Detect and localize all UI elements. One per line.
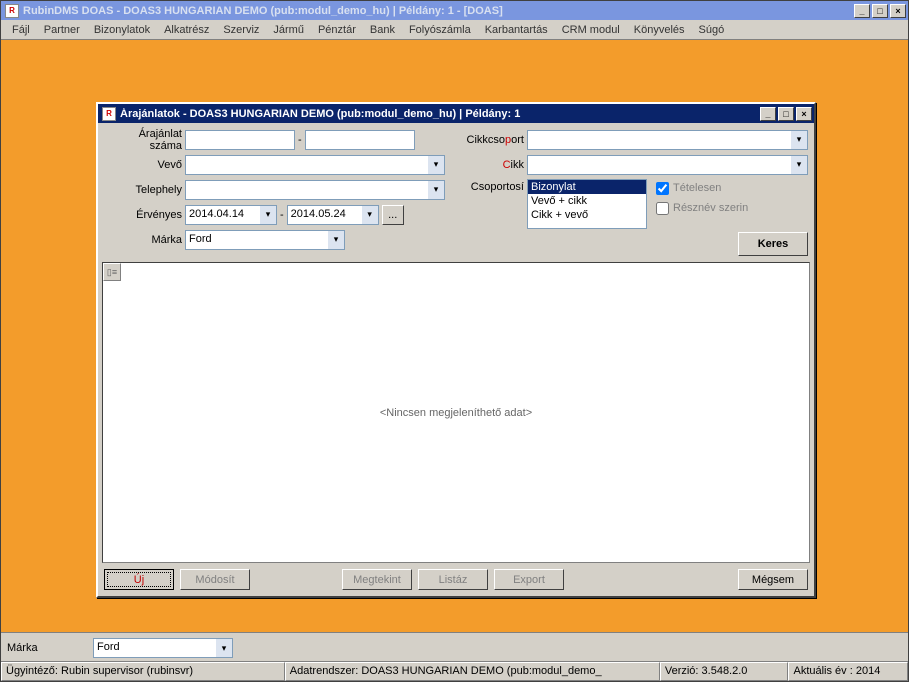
cikkcsoport-field[interactable]	[527, 130, 791, 150]
vevo-combo[interactable]	[185, 155, 445, 175]
main-menubar: Fájl Partner Bizonylatok Alkatrész Szerv…	[1, 20, 908, 40]
cikk-combo[interactable]	[527, 155, 808, 175]
marka-field[interactable]: Ford	[185, 230, 328, 250]
menu-sugo[interactable]: Súgó	[692, 22, 732, 38]
date-to-dropdown-icon[interactable]	[362, 205, 379, 225]
listaz-button[interactable]: Listáz	[418, 569, 488, 590]
tetelesen-checkbox-input[interactable]	[656, 182, 669, 195]
megtekint-button[interactable]: Megtekint	[342, 569, 412, 590]
inner-close-button[interactable]: ×	[796, 107, 812, 121]
date-to-field[interactable]: 2014.05.24	[287, 205, 362, 225]
menu-crm[interactable]: CRM modul	[555, 22, 627, 38]
label-marka: Márka	[104, 234, 182, 246]
main-titlebar: R RubinDMS DOAS - DOAS3 HUNGARIAN DEMO (…	[1, 1, 908, 20]
status-adatrendszer: Adatrendszer: DOAS3 HUNGARIAN DEMO (pub:…	[285, 662, 660, 681]
csoportosi-listbox[interactable]: Bizonylat Vevő + cikk Cikk + vevő	[527, 179, 647, 229]
menu-partner[interactable]: Partner	[37, 22, 87, 38]
minimize-button[interactable]: _	[854, 4, 870, 18]
tetelesen-label: Tételesen	[673, 182, 721, 194]
vevo-dropdown-icon[interactable]	[428, 155, 445, 175]
close-button[interactable]: ×	[890, 4, 906, 18]
maximize-button[interactable]: □	[872, 4, 888, 18]
marka-dropdown-icon[interactable]	[328, 230, 345, 250]
csoportosi-option-vevo-cikk[interactable]: Vevő + cikk	[528, 194, 646, 208]
menu-fajl[interactable]: Fájl	[5, 22, 37, 38]
menu-karbantartas[interactable]: Karbantartás	[478, 22, 555, 38]
dash-label-dates: -	[280, 209, 284, 221]
label-cikk: Cikk	[464, 159, 524, 171]
date-ellipsis-button[interactable]: ...	[382, 205, 404, 225]
bottom-marka-field[interactable]: Ford	[93, 638, 216, 658]
bottom-marka-dropdown-icon[interactable]	[216, 638, 233, 658]
telephely-field[interactable]	[185, 180, 428, 200]
menu-jarmu[interactable]: Jármű	[266, 22, 311, 38]
label-telephely: Telephely	[104, 184, 182, 196]
megsem-button[interactable]: Mégsem	[738, 569, 808, 590]
date-from-combo[interactable]: 2014.04.14	[185, 205, 277, 225]
menu-bank[interactable]: Bank	[363, 22, 402, 38]
results-grid[interactable]: ▯≡ <Nincsen megjeleníthető adat>	[102, 262, 810, 563]
menu-bizonylatok[interactable]: Bizonylatok	[87, 22, 157, 38]
telephely-dropdown-icon[interactable]	[428, 180, 445, 200]
inner-maximize-button[interactable]: □	[778, 107, 794, 121]
resznev-label: Résznév szerin	[673, 202, 748, 214]
label-arajanlat-szama: Árajánlat száma	[104, 128, 182, 152]
main-title-text: RubinDMS DOAS - DOAS3 HUNGARIAN DEMO (pu…	[23, 5, 854, 17]
menu-szerviz[interactable]: Szerviz	[216, 22, 266, 38]
label-vevo: Vevő	[104, 159, 182, 171]
inner-app-icon: R	[102, 107, 116, 121]
vevo-field[interactable]	[185, 155, 428, 175]
bottom-marka-combo[interactable]: Ford	[93, 638, 233, 658]
cikk-field[interactable]	[527, 155, 791, 175]
date-from-field[interactable]: 2014.04.14	[185, 205, 260, 225]
grid-handle-icon[interactable]: ▯≡	[103, 263, 121, 281]
arajanlatok-window: R Árajánlatok - DOAS3 HUNGARIAN DEMO (pu…	[96, 102, 816, 598]
inner-title-text: Árajánlatok - DOAS3 HUNGARIAN DEMO (pub:…	[120, 108, 760, 120]
label-csoportosi: Csoportosí	[464, 179, 524, 193]
date-from-dropdown-icon[interactable]	[260, 205, 277, 225]
label-cikkcsoport: Cikkcsoport	[464, 134, 524, 146]
menu-alkatresz[interactable]: Alkatrész	[157, 22, 216, 38]
modosit-button[interactable]: Módosít	[180, 569, 250, 590]
cikkcsoport-combo[interactable]	[527, 130, 808, 150]
marka-combo[interactable]: Ford	[185, 230, 345, 250]
keres-button[interactable]: Keres	[738, 232, 808, 256]
date-to-combo[interactable]: 2014.05.24	[287, 205, 379, 225]
resznev-checkbox[interactable]: Résznév szerin	[656, 199, 748, 217]
label-ervenyes: Érvényes	[104, 209, 182, 221]
cikkcsoport-dropdown-icon[interactable]	[791, 130, 808, 150]
grid-empty-text: <Nincsen megjeleníthető adat>	[380, 407, 532, 419]
csoportosi-option-cikk-vevo[interactable]: Cikk + vevő	[528, 208, 646, 222]
bottom-panel: Márka Ford	[1, 632, 908, 661]
bottom-marka-label: Márka	[7, 642, 87, 654]
main-window: R RubinDMS DOAS - DOAS3 HUNGARIAN DEMO (…	[0, 0, 909, 682]
mdi-client: R Árajánlatok - DOAS3 HUNGARIAN DEMO (pu…	[1, 40, 908, 632]
inner-minimize-button[interactable]: _	[760, 107, 776, 121]
arajanlat-szama-1-input[interactable]	[185, 130, 295, 150]
menu-folyoszamla[interactable]: Folyószámla	[402, 22, 478, 38]
status-ugyintezo: Ügyintéző: Rubin supervisor (rubinsvr)	[1, 662, 285, 681]
menu-konyveles[interactable]: Könyvelés	[627, 22, 692, 38]
cikk-dropdown-icon[interactable]	[791, 155, 808, 175]
csoportosi-option-bizonylat[interactable]: Bizonylat	[528, 180, 646, 194]
arajanlat-szama-2-input[interactable]	[305, 130, 415, 150]
tetelesen-checkbox[interactable]: Tételesen	[656, 179, 748, 197]
status-aktualis-ev: Aktuális év : 2014	[788, 662, 908, 681]
export-button[interactable]: Export	[494, 569, 564, 590]
app-icon: R	[5, 4, 19, 18]
telephely-combo[interactable]	[185, 180, 445, 200]
uj-button[interactable]: Új	[104, 569, 174, 590]
inner-titlebar: R Árajánlatok - DOAS3 HUNGARIAN DEMO (pu…	[98, 104, 814, 123]
statusbar: Ügyintéző: Rubin supervisor (rubinsvr) A…	[1, 661, 908, 681]
dash-label: -	[298, 134, 302, 146]
resznev-checkbox-input[interactable]	[656, 202, 669, 215]
status-verzio: Verzió: 3.548.2.0	[660, 662, 789, 681]
menu-penztar[interactable]: Pénztár	[311, 22, 363, 38]
